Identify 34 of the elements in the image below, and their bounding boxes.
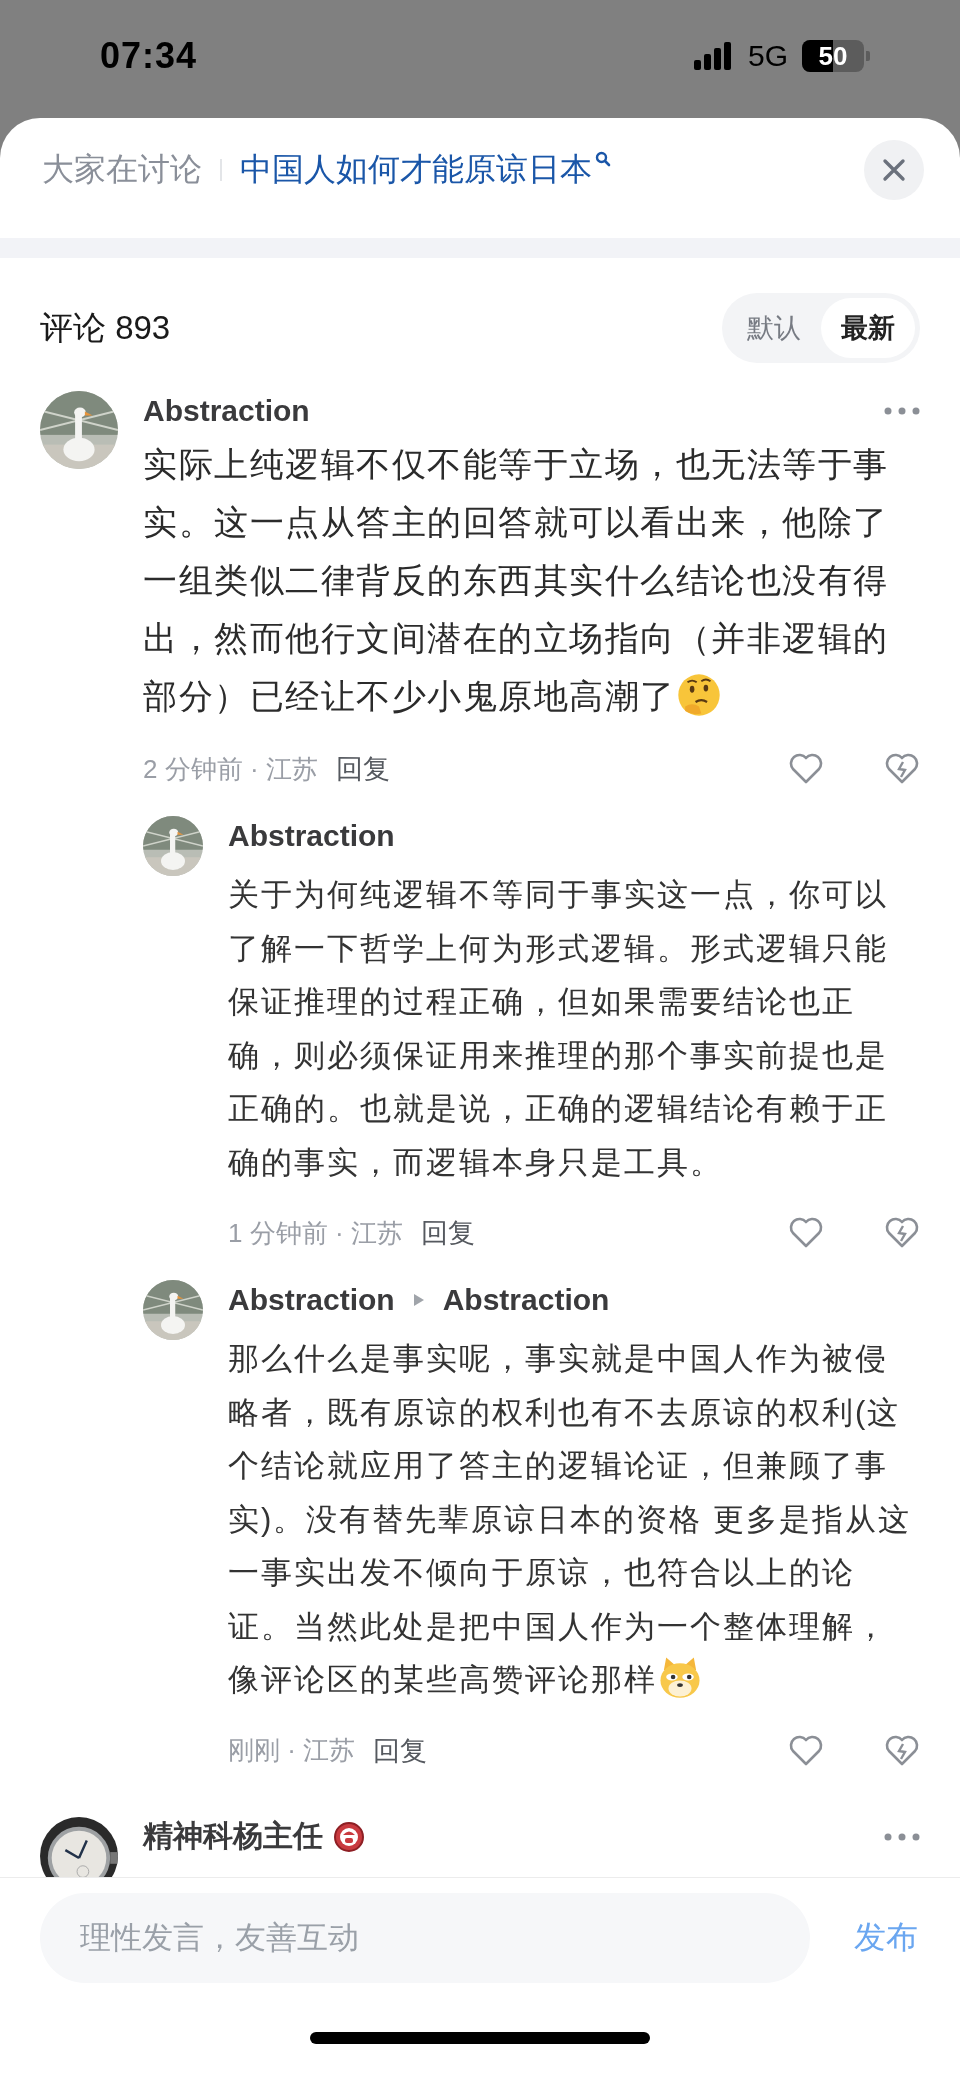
heart-icon[interactable] <box>788 1734 824 1767</box>
author-name[interactable]: 精神科杨主任 <box>143 1816 323 1857</box>
sort-tab[interactable]: 默认 <box>727 298 821 358</box>
comment-meta: 2 分钟前 · 江苏 <box>143 752 318 786</box>
close-icon <box>882 158 906 182</box>
comment-input[interactable]: 理性发言，友善互动 <box>40 1893 810 1983</box>
search-icon <box>595 151 611 167</box>
broken-heart-icon[interactable] <box>884 1217 920 1249</box>
topic-link[interactable]: 中国人如何才能原谅日本 <box>240 148 592 192</box>
comment-meta: 刚刚 · 江苏 <box>228 1734 356 1767</box>
network-label: 5G <box>747 39 788 73</box>
reply-text: 关于为何纯逻辑不等同于事实这一点，你可以了解一下哲学上何为形式逻辑。形式逻辑只能保证推理的过程正确，但如果需要结论也正确，则必须保证用来推理的那个事实前提也是正确的。也就是说，正确的逻辑结论有赖于正确的事实，而逻辑本身只是工具。 <box>228 877 888 1180</box>
reply-link[interactable]: 回复 <box>373 1732 428 1769</box>
status-time: 07:34 <box>100 35 198 77</box>
heart-icon[interactable] <box>788 753 824 785</box>
comment-text: 实际上纯逻辑不仅不能等于立场，也无法等于事实。这一点从答主的回答就可以看出来，他除了一组类似二律背反的东西其实什么结论也没有得出，然而他行文间潜在的立场指向（并非逻辑的部分）已经让不少小鬼原地高潮了 <box>143 445 889 715</box>
reply-link[interactable]: 回复 <box>420 1215 475 1251</box>
more-icon[interactable] <box>884 1832 920 1841</box>
reply-link[interactable]: 回复 <box>335 751 390 787</box>
comments-title: 评论 893 <box>40 307 171 348</box>
signal-icon <box>693 42 734 70</box>
reply-to-name[interactable]: Abstraction <box>442 1283 610 1317</box>
broken-heart-icon[interactable] <box>884 1734 920 1767</box>
header-label: 大家在讨论 <box>42 150 202 189</box>
sort-tab[interactable]: 最新 <box>821 298 915 358</box>
broken-heart-icon[interactable] <box>884 753 920 785</box>
reply-arrow-icon <box>412 1293 425 1307</box>
comment-meta: 1 分钟前 · 江苏 <box>228 1216 403 1250</box>
author-name[interactable]: Abstraction <box>228 819 395 853</box>
heart-icon[interactable] <box>788 1217 824 1249</box>
author-name[interactable]: Abstraction <box>228 1283 395 1317</box>
author-name[interactable]: Abstraction <box>143 394 310 428</box>
reply-text: 那么什么是事实呢，事实就是中国人作为被侵略者，既有原谅的权利也有不去原谅的权利(这个结论就应用了答主的逻辑论证，但兼顾了事实)。没有替先辈原谅日本的资格 更多是指从这一事实出发不倾向于原谅，也符合以上的论证。当然此处是把中国人作为一个整体理解，像评论区的某些高赞评论那样 <box>228 1341 911 1697</box>
more-icon[interactable] <box>884 407 920 415</box>
